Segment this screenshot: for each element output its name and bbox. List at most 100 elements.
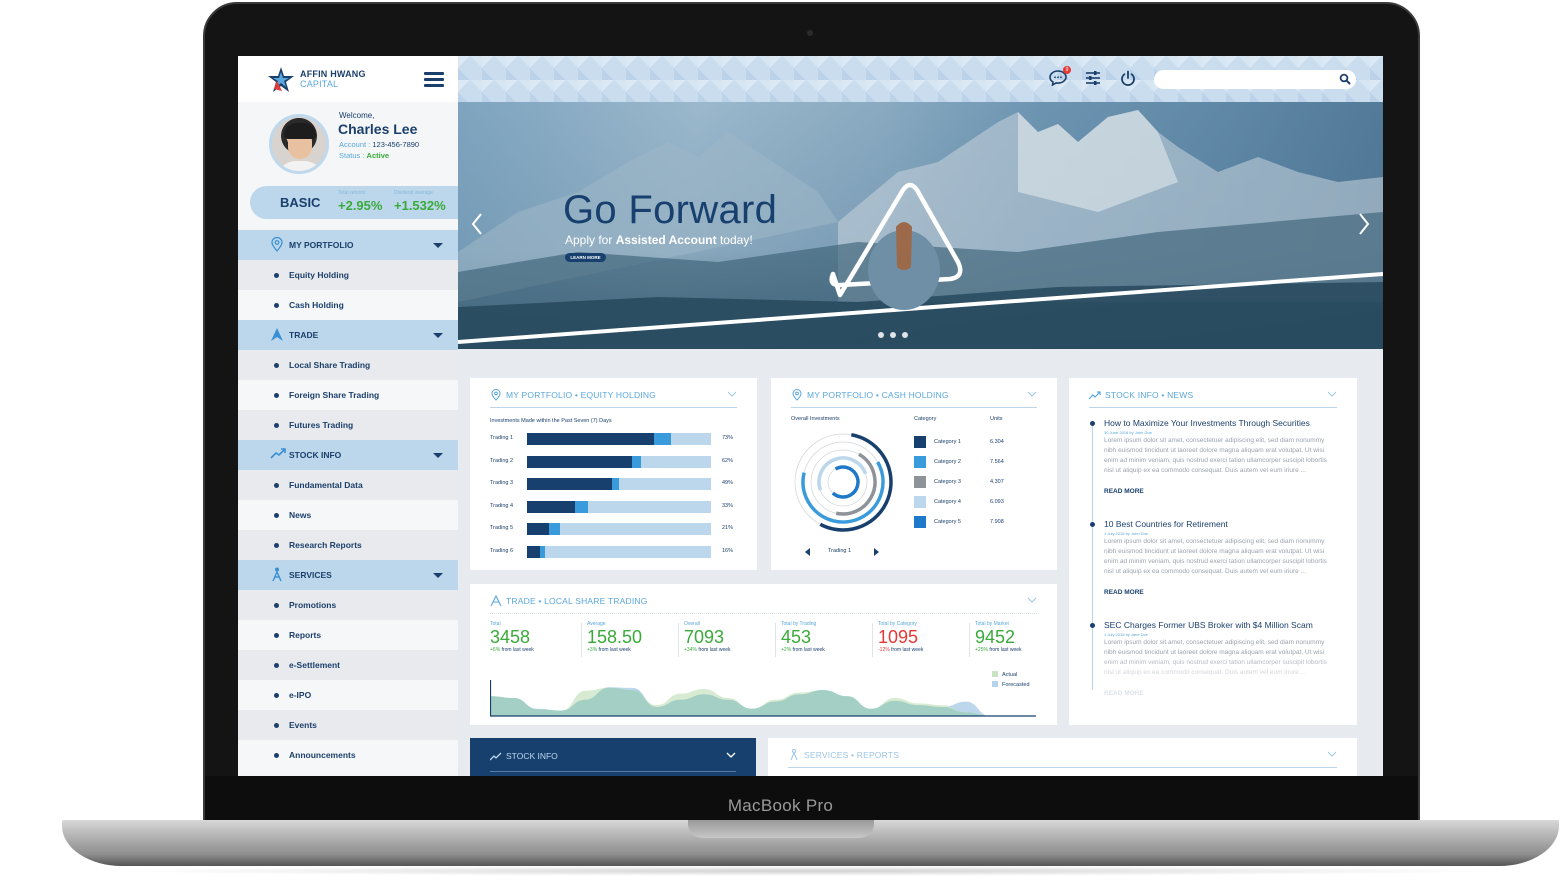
caret-down-icon[interactable] (433, 453, 443, 458)
equity-bar-track (527, 523, 711, 535)
legend-category: Category 1 (934, 439, 961, 445)
sidebar-menu: MY PORTFOLIO Equity Holding Cash Holding TR… (238, 230, 458, 770)
news-body: Lorem ipsum dolor sit amet, consectetuer… (1104, 437, 1327, 474)
sidebar-item-e-settlement[interactable]: e-Settlement (238, 650, 458, 680)
sidebar-item-foreign-share-trading[interactable]: Foreign Share Trading (238, 380, 458, 410)
tier-banner: BASIC Total returns +2.95% Dividend aver… (250, 186, 458, 219)
caret-down-icon[interactable] (433, 243, 443, 248)
sidebar-item-label: Equity Holding (289, 270, 349, 280)
ring-arc-5 (826, 465, 860, 499)
chevron-left-icon[interactable] (805, 548, 811, 556)
sidebar-section-services[interactable]: SERVICES (238, 560, 458, 590)
learn-more-button[interactable]: LEARN MORE (565, 253, 606, 262)
chevron-down-icon[interactable] (1027, 597, 1037, 604)
chevron-right-icon[interactable] (874, 548, 880, 556)
legend-swatch (914, 516, 926, 528)
welcome-text: Welcome, (339, 111, 375, 120)
sidebar-item-futures-trading[interactable]: Futures Trading (238, 410, 458, 440)
sliders-icon[interactable] (1085, 70, 1105, 88)
chevron-left-icon[interactable] (468, 210, 486, 238)
search-input[interactable] (1154, 70, 1356, 89)
tier-stat: Dividend average +1.532% (394, 190, 446, 215)
sidebar-item-e-ipo[interactable]: e-IPO (238, 680, 458, 710)
stat-overall: Overall 7093 +34% from last week (684, 621, 774, 661)
equity-bar-secondary (631, 455, 642, 468)
equity-bar-primary (527, 500, 575, 513)
slide-dot[interactable] (902, 332, 908, 338)
stat-trend-suffix: from last week (696, 647, 731, 653)
sidebar-item-research-reports[interactable]: Research Reports (238, 530, 458, 560)
stat-trend-suffix: from last week (889, 647, 924, 653)
equity-row: Trading 3 49% (490, 478, 740, 490)
sidebar-item-label: Foreign Share Trading (289, 390, 380, 400)
sidebar-item-label: Fundamental Data (289, 480, 363, 490)
chevron-down-icon[interactable] (726, 752, 736, 759)
stat-value: 3458 (490, 627, 531, 647)
search-icon[interactable] (1339, 73, 1351, 85)
chevron-down-icon[interactable] (1327, 751, 1337, 758)
equity-row-percent: 73% (722, 435, 734, 441)
tier-stat-value: +1.532% (394, 198, 446, 213)
services-reports-card: SERVICES • REPORTS (768, 738, 1357, 776)
chat-bubble-icon[interactable]: 9 (1049, 66, 1071, 88)
card-title: STOCK INFO • NEWS (1105, 390, 1194, 400)
sidebar-section-trade[interactable]: TRADE (238, 320, 458, 350)
chevron-right-icon[interactable] (1355, 210, 1373, 238)
bullet (274, 273, 279, 278)
laptop-notch (688, 820, 874, 838)
caret-down-icon[interactable] (433, 573, 443, 578)
news-title[interactable]: SEC Charges Former UBS Broker with $4 Mi… (1104, 620, 1313, 630)
equity-bar-primary (527, 455, 632, 468)
sidebar-item-label: Research Reports (289, 540, 362, 550)
chevron-down-icon[interactable] (1327, 391, 1337, 398)
power-icon[interactable] (1120, 70, 1140, 88)
legend-category: Category 2 (934, 459, 961, 465)
equity-bar-track (527, 455, 711, 468)
sidebar-submenu: Equity Holding Cash Holding (238, 260, 458, 320)
hero-banner: Go Forward Apply for Assisted Account to… (458, 102, 1383, 349)
hero-subtitle-pre: Apply for (565, 233, 616, 247)
news-title[interactable]: How to Maximize Your Investments Through… (1104, 418, 1310, 428)
equity-row-percent: 33% (722, 502, 734, 509)
read-more-link[interactable]: READ MORE (1104, 690, 1144, 697)
logo-line2: CAPITAL (300, 79, 339, 89)
slide-dot[interactable] (878, 332, 884, 338)
sidebar-item-promotions[interactable]: Promotions (238, 590, 458, 620)
hamburger-icon[interactable] (424, 72, 444, 87)
sidebar-item-label: Events (289, 720, 317, 730)
sidebar-submenu: Fundamental Data News Research Reports (238, 470, 458, 560)
sidebar-item-equity-holding[interactable]: Equity Holding (238, 260, 458, 290)
equity-row: Trading 1 73% (490, 433, 740, 445)
user-name: Charles Lee (338, 121, 418, 137)
sidebar-section-stock-info[interactable]: STOCK INFO (238, 440, 458, 470)
notification-badge: 9 (1063, 66, 1071, 74)
read-more-link[interactable]: READ MORE (1104, 589, 1144, 596)
equity-bar-track (527, 545, 711, 558)
read-more-link[interactable]: READ MORE (1104, 488, 1144, 495)
equity-row: Trading 6 16% (490, 545, 740, 558)
sidebar-item-reports[interactable]: Reports (238, 620, 458, 650)
sidebar-item-events[interactable]: Events (238, 710, 458, 740)
divider (872, 623, 873, 657)
divider (969, 623, 970, 657)
stat-trend: -12% from last week (878, 647, 968, 653)
chevron-down-icon[interactable] (1027, 391, 1037, 398)
sidebar-item-local-share-trading[interactable]: Local Share Trading (238, 350, 458, 380)
sidebar-item-fundamental-data[interactable]: Fundamental Data (238, 470, 458, 500)
chevron-down-icon[interactable] (727, 391, 737, 398)
equity-row-label: Trading 5 (490, 525, 514, 531)
trending-up-icon (490, 752, 502, 761)
sidebar-item-news[interactable]: News (238, 500, 458, 530)
sidebar-item-announcements[interactable]: Announcements (238, 740, 458, 770)
slide-dot[interactable] (890, 332, 896, 338)
caret-down-icon[interactable] (433, 333, 443, 338)
news-title[interactable]: 10 Best Countries for Retirement (1104, 519, 1228, 529)
ring-arc-1 (793, 432, 893, 532)
sidebar-section-my-portfolio[interactable]: MY PORTFOLIO (238, 230, 458, 260)
sidebar-item-cash-holding[interactable]: Cash Holding (238, 290, 458, 320)
status-line: Status : Active (339, 151, 389, 160)
account-line: Account : 123-456-7890 (339, 140, 419, 149)
bullet (274, 663, 279, 668)
equity-bar-secondary (574, 500, 588, 513)
equity-row-label: Trading 3 (490, 480, 514, 486)
